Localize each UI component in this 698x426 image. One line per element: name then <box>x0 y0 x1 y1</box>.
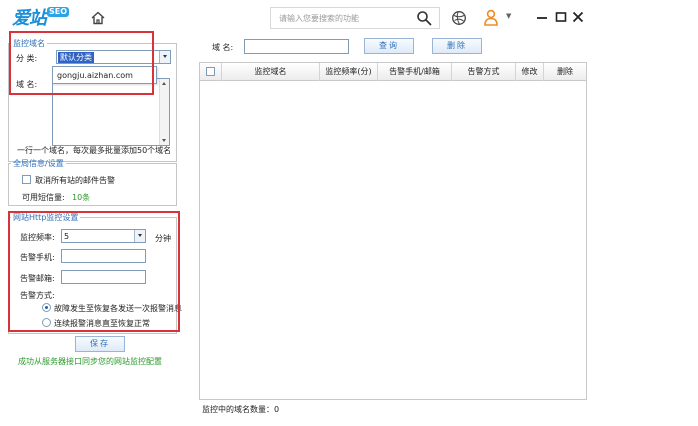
table-header: 监控域名 监控频率(分) 告警手机/邮箱 告警方式 修改 删除 <box>200 63 586 81</box>
alert-mode-option-once: 故障发生至恢复各发送一次报警消息 <box>54 304 182 313</box>
globe-icon[interactable] <box>451 10 467 26</box>
http-monitor-legend: 网站Http监控设置 <box>13 213 79 222</box>
search-icon[interactable] <box>416 10 432 26</box>
chevron-down-icon[interactable]: ▼ <box>506 12 511 20</box>
query-button[interactable]: 查询 <box>364 38 414 54</box>
email-label: 告警邮箱: <box>20 274 55 283</box>
filter-domain-input[interactable] <box>244 39 349 54</box>
freq-select[interactable]: 5 <box>61 229 146 243</box>
header-select-all <box>200 63 222 81</box>
category-value: 默认分类 <box>58 52 94 63</box>
domain-textarea[interactable] <box>52 78 170 146</box>
cancel-alert-label: 取消所有站的邮件告警 <box>35 176 115 185</box>
column-alert-mode[interactable]: 告警方式 <box>452 63 516 81</box>
global-settings-legend: 全局信息/设置 <box>13 159 64 168</box>
sync-success-message: 成功从服务器接口同步您的网站监控配置 <box>18 357 162 366</box>
domain-hint: 一行一个域名，每次最多批量添加50个域名 <box>17 146 172 155</box>
column-contact[interactable]: 告警手机/邮箱 <box>378 63 452 81</box>
dropdown-arrow-icon[interactable] <box>134 230 145 242</box>
alert-mode-radio-continuous[interactable] <box>42 318 51 327</box>
monitor-domain-legend: 监控域名 <box>13 39 45 48</box>
category-label: 分 类: <box>16 54 38 63</box>
alert-mode-label: 告警方式: <box>20 291 55 300</box>
monitored-count-status: 监控中的域名数量：0 <box>202 405 280 414</box>
column-domain[interactable]: 监控域名 <box>222 63 320 81</box>
scrollbar[interactable] <box>159 79 169 145</box>
cancel-alert-checkbox[interactable] <box>22 175 31 184</box>
sms-label: 可用短信量: <box>22 193 65 202</box>
select-all-checkbox[interactable] <box>206 67 215 76</box>
search-box <box>270 7 440 29</box>
search-input[interactable] <box>279 8 419 28</box>
logo-badge: SEO <box>47 7 70 17</box>
filter-domain-label: 域 名: <box>212 43 234 52</box>
close-icon[interactable] <box>572 10 584 24</box>
maximize-icon[interactable] <box>555 10 567 24</box>
phone-label: 告警手机: <box>20 253 55 262</box>
phone-input[interactable] <box>61 249 146 263</box>
freq-unit: 分钟 <box>155 234 171 243</box>
app-logo: 爱站 SEO <box>12 5 70 29</box>
domain-suggestion-item[interactable]: gongju.aizhan.com <box>52 66 157 84</box>
scroll-up-icon[interactable] <box>161 80 168 87</box>
home-icon[interactable] <box>90 10 106 26</box>
dropdown-arrow-icon[interactable] <box>159 51 170 63</box>
freq-label: 监控频率: <box>20 233 55 242</box>
alert-mode-option-continuous: 连续报警消息直至恢复正常 <box>54 319 150 328</box>
freq-value: 5 <box>64 232 70 241</box>
alert-mode-radio-once[interactable] <box>42 303 51 312</box>
domain-label: 域 名: <box>16 80 38 89</box>
save-button[interactable]: 保存 <box>75 336 125 352</box>
domain-list-panel: 域 名: 查询 删除 监控域名 监控频率(分) 告警手机/邮箱 告警方式 修改 … <box>198 36 590 426</box>
column-delete[interactable]: 删除 <box>544 63 586 81</box>
sms-value: 10条 <box>72 193 91 202</box>
title-bar: 爱站 SEO ▼ <box>0 0 590 36</box>
column-frequency[interactable]: 监控频率(分) <box>320 63 378 81</box>
settings-panel: 监控域名 分 类: 默认分类 域 名: gongju.aizhan.com 一行… <box>0 36 198 426</box>
logo-text: 爱站 <box>12 8 47 29</box>
domain-table: 监控域名 监控频率(分) 告警手机/邮箱 告警方式 修改 删除 <box>199 62 587 400</box>
user-icon[interactable] <box>483 9 499 26</box>
minimize-icon[interactable] <box>536 10 548 24</box>
email-input[interactable] <box>61 270 146 284</box>
category-select[interactable]: 默认分类 <box>56 50 171 64</box>
scroll-down-icon[interactable] <box>161 137 168 144</box>
delete-button[interactable]: 删除 <box>432 38 482 54</box>
column-edit[interactable]: 修改 <box>516 63 544 81</box>
